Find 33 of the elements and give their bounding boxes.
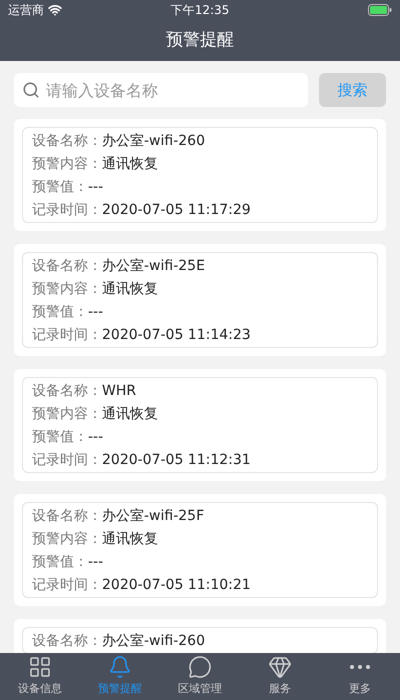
bell-icon (108, 655, 132, 680)
grid-icon (28, 655, 52, 680)
info-line: 记录时间：2020-07-05 11:17:29 (32, 200, 251, 218)
wifi-icon (48, 3, 62, 17)
info-line: 预警值：--- (32, 428, 104, 446)
info-line: 预警值：--- (32, 302, 104, 320)
info-line: 预警内容：通讯恢复 (32, 154, 158, 172)
search-icon (22, 81, 40, 99)
tab-bar-item[interactable]: 区域管理 (160, 653, 240, 700)
more-icon (350, 665, 370, 670)
tab-bar-item[interactable]: 更多 (320, 653, 400, 700)
search-field[interactable]: 请输入设备名称 (14, 73, 308, 107)
info-line: 设备名称：办公室-wifi-260 (32, 132, 205, 150)
info-line: 预警内容：通讯恢复 (32, 530, 158, 548)
diamond-icon (268, 655, 292, 680)
info-line: 记录时间：2020-07-05 11:12:31 (32, 450, 251, 468)
info-line: 设备名称：办公室-wifi-260 (32, 632, 205, 650)
info-line: 设备名称：办公室-wifi-25F (32, 506, 204, 524)
info-line: 预警值：--- (32, 552, 104, 570)
battery-icon (368, 4, 392, 16)
info-line: 预警值：--- (32, 178, 104, 196)
info-line: 设备名称：WHR (32, 382, 136, 400)
info-line: 预警内容：通讯恢复 (32, 404, 158, 422)
tab-bar-item[interactable]: 设备信息 (0, 653, 80, 700)
tab-bar-item[interactable]: 服务 (240, 653, 320, 700)
info-line: 预警内容：通讯恢复 (32, 280, 158, 298)
carrier-label: 运营商 (8, 2, 44, 19)
page-title: 预警提醒 (166, 28, 234, 52)
info-line: 记录时间：2020-07-05 11:14:23 (32, 326, 251, 344)
info-line: 记录时间：2020-07-05 11:10:21 (32, 576, 251, 594)
chat-bubble-icon (188, 655, 212, 680)
status-time: 下午12:35 (170, 2, 230, 19)
info-line: 设备名称：办公室-wifi-25E (32, 256, 205, 274)
